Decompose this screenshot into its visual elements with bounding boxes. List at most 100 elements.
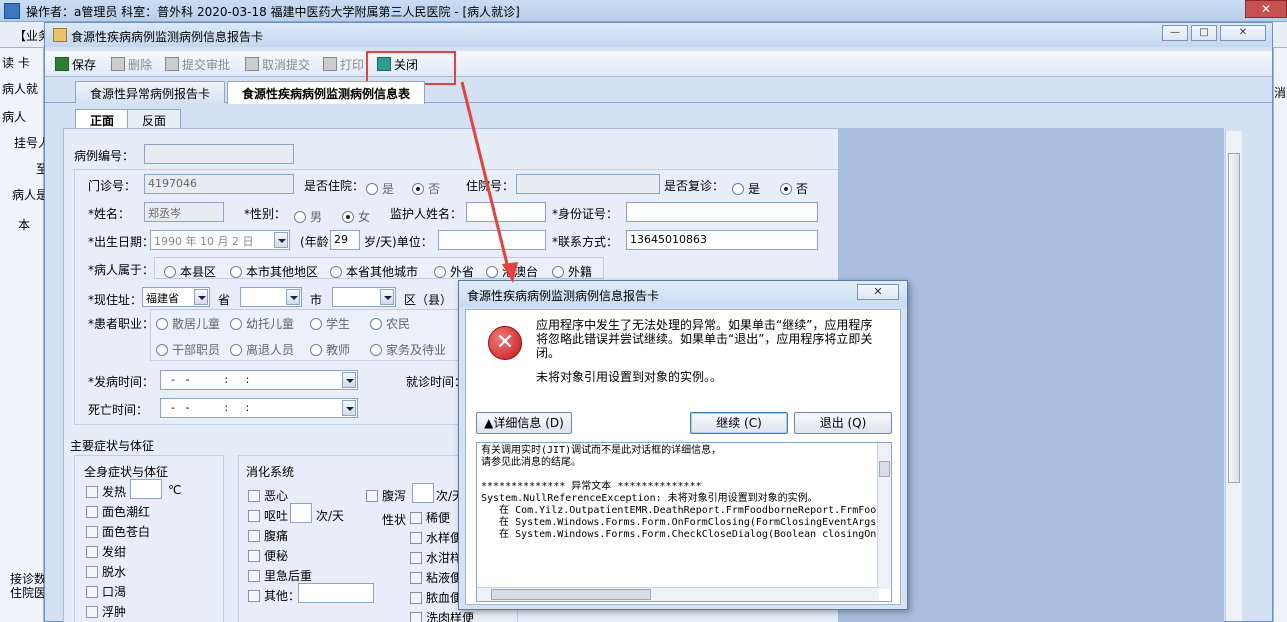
check-edema[interactable]: 浮肿 <box>86 603 126 620</box>
occupation-radio-farmer[interactable]: 农民 <box>370 315 410 332</box>
tab-front[interactable]: 正面 <box>75 109 130 129</box>
check-bloody-stool[interactable]: 脓血便 <box>410 589 462 606</box>
clinic-no-label: 门诊号： <box>88 179 137 193</box>
check-meat-wash-stool[interactable]: 洗肉样便 <box>410 609 474 622</box>
county-select[interactable] <box>332 287 396 307</box>
occupation-radio-scattered-children[interactable]: 散居儿童 <box>156 315 220 332</box>
dialog-title-bar: 食源性疾病病例监测病例信息报告卡 ✕ <box>459 281 907 307</box>
window-icon <box>53 28 67 42</box>
occupation-radio-nursery-children[interactable]: 幼托儿童 <box>230 315 294 332</box>
symptoms-title: 主要症状与体征 <box>70 439 155 453</box>
check-vomit[interactable]: 呕吐 <box>248 507 288 524</box>
patient-radio-item[interactable]: 病人 <box>2 108 42 125</box>
belong-radio-city[interactable]: 本市其他地区 <box>230 263 318 280</box>
belong-radio-province[interactable]: 本省其他城市 <box>330 263 418 280</box>
inpatient-no-radio[interactable]: 否 <box>412 180 440 197</box>
occupation-radio-teacher[interactable]: 教师 <box>310 341 350 358</box>
admission-no-input[interactable] <box>516 174 660 194</box>
error-message-detail: 未将对象引用设置到对象的实例。。 <box>536 370 723 384</box>
check-nausea[interactable]: 恶心 <box>248 487 288 504</box>
other-symptom-input[interactable] <box>298 583 374 603</box>
dialog-close-button[interactable]: ✕ <box>857 284 899 300</box>
tab-foodborne-case-table[interactable]: 食源性疾病病例监测病例信息表 <box>227 81 426 104</box>
guardian-input[interactable] <box>466 202 546 222</box>
form-vertical-scrollbar[interactable] <box>1225 131 1242 621</box>
check-flushed[interactable]: 面色潮红 <box>86 503 150 520</box>
check-thirst[interactable]: 口渴 <box>86 583 126 600</box>
tab-abnormal-case-card[interactable]: 食源性异常病例报告卡 <box>75 81 226 103</box>
check-other[interactable]: 其他： <box>248 587 300 604</box>
chevron-down-icon[interactable] <box>342 372 356 388</box>
age-input[interactable]: 29 <box>330 230 360 250</box>
name-input[interactable]: 郑丞岑 <box>144 202 224 222</box>
belong-radio-county[interactable]: 本县区 <box>164 263 216 280</box>
age-unit-input[interactable] <box>438 230 546 250</box>
trash-icon <box>111 57 125 71</box>
details-horizontal-scrollbar[interactable] <box>477 587 879 601</box>
fever-input[interactable] <box>130 479 162 499</box>
dialog-body: ✕ 应用程序中发生了无法处理的异常。如果单击“继续”，应用程序将忽略此错误并尝试… <box>465 309 901 605</box>
chevron-down-icon[interactable] <box>286 289 300 305</box>
visit-time-label: 就诊时间： <box>406 375 467 389</box>
continue-button[interactable]: 继续 (C) <box>690 412 788 434</box>
vomit-count-input[interactable] <box>290 503 312 523</box>
check-watery-stool[interactable]: 水样便 <box>410 529 462 546</box>
delete-button[interactable]: 删除 <box>111 55 152 73</box>
maximize-button[interactable]: □ <box>1191 25 1217 41</box>
check-constipation[interactable]: 便秘 <box>248 547 288 564</box>
revisit-yes-radio[interactable]: 是 <box>732 180 760 197</box>
occupation-radio-housework[interactable]: 家务及待业 <box>370 341 446 358</box>
contact-label: *联系方式： <box>552 235 619 249</box>
details-vertical-scrollbar[interactable] <box>877 443 891 589</box>
chevron-down-icon[interactable] <box>194 289 208 305</box>
chevron-down-icon[interactable] <box>274 232 288 248</box>
check-mucus-stool[interactable]: 粘液便 <box>410 569 462 586</box>
tab-back[interactable]: 反面 <box>127 109 182 129</box>
window-close-button[interactable]: ✕ <box>1220 25 1266 41</box>
death-time-picker[interactable]: - - : : <box>160 398 358 418</box>
right-edge-text: 消费 <box>1274 86 1287 100</box>
check-pale[interactable]: 面色苍白 <box>86 523 150 540</box>
belong-radio-other-province[interactable]: 外省 <box>434 263 474 280</box>
onset-time-picker[interactable]: - - : : <box>160 370 358 390</box>
gender-female-radio[interactable]: 女 <box>342 208 370 225</box>
occupation-radio-student[interactable]: 学生 <box>310 315 350 332</box>
occupation-radio-cadre[interactable]: 干部职员 <box>156 341 220 358</box>
check-fever[interactable]: 发热 <box>86 483 126 500</box>
belong-radio-foreign[interactable]: 外籍 <box>552 263 592 280</box>
cancel-submit-button[interactable]: 取消提交 <box>245 55 310 73</box>
city-select[interactable] <box>240 287 302 307</box>
chevron-down-icon[interactable] <box>342 400 356 416</box>
chevron-down-icon[interactable] <box>380 289 394 305</box>
revisit-no-radio[interactable]: 否 <box>780 180 808 197</box>
clinic-no-input[interactable]: 4197046 <box>144 174 294 194</box>
check-loose-stool[interactable]: 稀便 <box>410 509 450 526</box>
exit-button[interactable]: 退出 (Q) <box>794 412 892 434</box>
read-card-item[interactable]: 读 卡 <box>2 54 42 71</box>
province-select[interactable]: 福建省 <box>142 287 210 307</box>
check-tenesmus[interactable]: 里急后重 <box>248 567 312 584</box>
contact-input[interactable]: 13645010863 <box>626 230 818 250</box>
id-input[interactable] <box>626 202 818 222</box>
details-textbox[interactable]: 有关调用实时(JIT)调试而不是此对话框的详细信息， 请参见此消息的结尾。 **… <box>476 442 892 602</box>
inpatient-yes-radio[interactable]: 是 <box>366 180 394 197</box>
check-cyanosis[interactable]: 发绀 <box>86 543 126 560</box>
print-button[interactable]: 打印 <box>323 55 364 73</box>
gender-male-radio[interactable]: 男 <box>294 208 322 225</box>
app-close-button[interactable]: ✕ <box>1245 0 1287 18</box>
belong-radio-hmt[interactable]: 港澳台 <box>486 263 538 280</box>
save-button[interactable]: 保存 <box>55 55 96 73</box>
case-no-input[interactable] <box>144 144 294 164</box>
check-diarrhea[interactable]: 腹泻 <box>366 487 406 504</box>
minimize-button[interactable]: — <box>1162 25 1188 41</box>
scrollbar-thumb[interactable] <box>1228 153 1240 483</box>
occupation-radio-retired[interactable]: 离退人员 <box>230 341 294 358</box>
details-button[interactable]: ▲详细信息 (D) <box>476 412 572 434</box>
birth-date-picker[interactable]: 1990 年 10 月 2 日 <box>150 230 290 250</box>
patient-visit-item[interactable]: 病人就 <box>2 80 42 97</box>
submit-approval-button[interactable]: 提交审批 <box>165 55 230 73</box>
check-abdominal-pain[interactable]: 腹痛 <box>248 527 288 544</box>
diarrhea-count-input[interactable] <box>412 483 434 503</box>
check-dehydration[interactable]: 脱水 <box>86 563 126 580</box>
check-rice-water-stool[interactable]: 水泔样 <box>410 549 462 566</box>
